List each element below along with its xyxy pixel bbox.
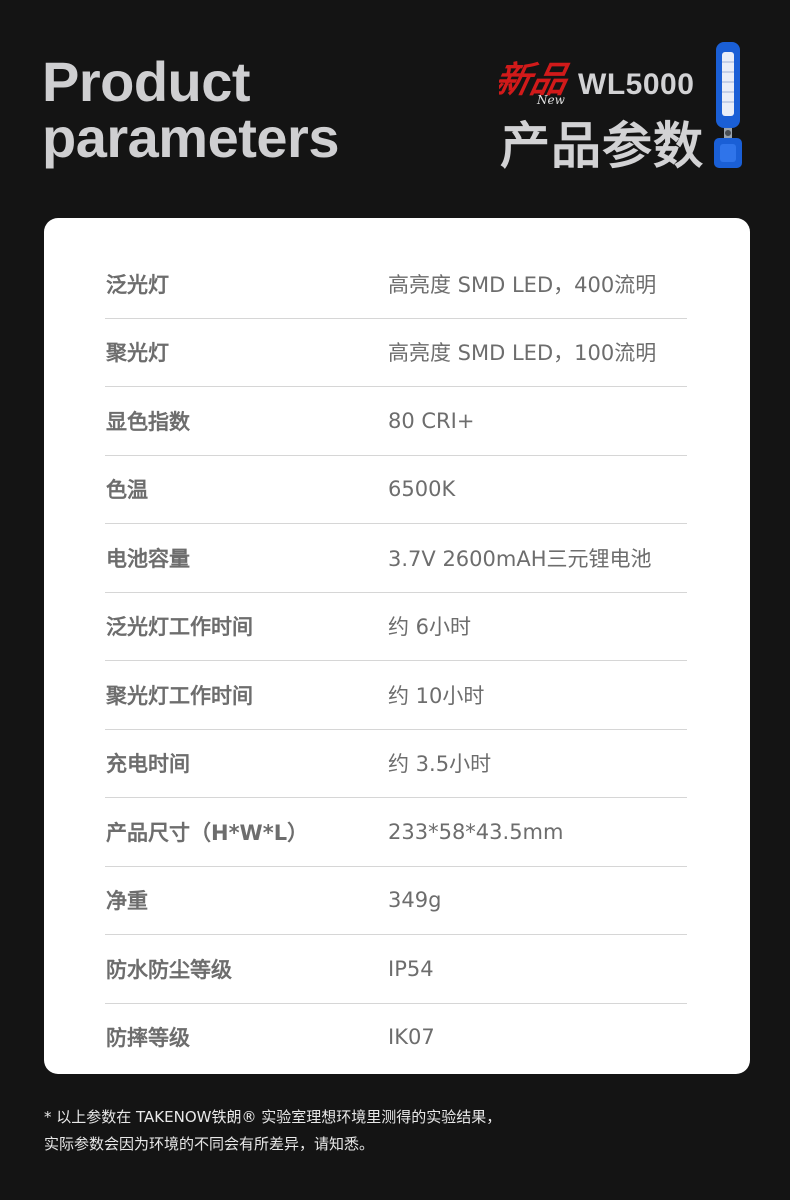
spec-label: 净重	[106, 889, 148, 914]
spec-row: 色温 6500K	[105, 456, 687, 524]
spec-label: 泛光灯	[106, 272, 169, 297]
spec-value: 约 10小时	[388, 683, 485, 708]
spec-row: 显色指数 80 CRI+	[105, 387, 687, 456]
footnote: * 以上参数在 TAKENOW铁朗® 实验室理想环境里测得的实验结果， 实际参数…	[44, 1104, 501, 1158]
spec-value: 约 6小时	[388, 615, 472, 640]
spec-value: 233*58*43.5mm	[388, 819, 564, 844]
spec-label: 聚光灯工作时间	[106, 683, 253, 708]
spec-value: 3.7V 2600mAH三元锂电池	[388, 546, 652, 571]
title-line-parameters: parameters	[42, 106, 339, 169]
spec-label: 充电时间	[106, 752, 190, 777]
spec-row: 充电时间 约 3.5小时	[105, 730, 687, 798]
spec-value: 约 3.5小时	[388, 752, 492, 777]
spec-card: 泛光灯 高亮度 SMD LED，400流明聚光灯 高亮度 SMD LED，100流明…	[44, 218, 750, 1074]
spec-label: 产品尺寸（H*W*L）	[106, 820, 309, 845]
spec-label: 防水防尘等级	[106, 957, 232, 982]
flashlight-product-icon	[714, 42, 742, 168]
spec-value: 高亮度 SMD LED，400流明	[388, 272, 657, 297]
spec-label: 聚光灯	[106, 341, 169, 366]
spec-row: 防摔等级 IK07	[105, 1004, 687, 1072]
spec-label: 防摔等级	[106, 1026, 190, 1051]
spec-row: 电池容量 3.7V 2600mAH三元锂电池	[105, 524, 687, 593]
model-number: WL5000	[578, 68, 695, 101]
spec-label: 电池容量	[106, 546, 190, 571]
spec-label: 泛光灯工作时间	[106, 615, 253, 640]
spec-row: 聚光灯工作时间 约 10小时	[105, 661, 687, 730]
spec-row: 泛光灯工作时间 约 6小时	[105, 593, 687, 661]
spec-value: 6500K	[388, 477, 456, 502]
spec-value: 高亮度 SMD LED，100流明	[388, 341, 657, 366]
spec-value: IK07	[388, 1025, 435, 1050]
title-line-product: Product	[42, 50, 251, 113]
svg-text:New: New	[536, 93, 566, 107]
spec-row: 泛光灯 高亮度 SMD LED，400流明	[105, 250, 687, 319]
spec-label: 色温	[106, 478, 148, 503]
spec-value: IP54	[388, 956, 434, 981]
spec-label: 显色指数	[106, 409, 190, 434]
footnote-line-2: 实际参数会因为环境的不同会有所差异，请知悉。	[44, 1135, 375, 1153]
spec-row: 产品尺寸（H*W*L） 233*58*43.5mm	[105, 798, 687, 867]
spec-row: 净重 349g	[105, 867, 687, 935]
new-product-badge-icon: 新品 New	[499, 58, 571, 107]
spec-value: 349g	[388, 888, 442, 913]
spec-value: 80 CRI+	[388, 408, 475, 433]
page-title-chinese: 产品参数	[500, 117, 704, 175]
spec-row: 聚光灯 高亮度 SMD LED，100流明	[105, 319, 687, 387]
footnote-line-1: * 以上参数在 TAKENOW铁朗® 实验室理想环境里测得的实验结果，	[44, 1108, 502, 1126]
spec-row: 防水防尘等级 IP54	[105, 935, 687, 1004]
page-title-english: Product parameters	[42, 54, 339, 166]
spec-table: 泛光灯 高亮度 SMD LED，400流明聚光灯 高亮度 SMD LED，100流明…	[105, 250, 687, 1071]
